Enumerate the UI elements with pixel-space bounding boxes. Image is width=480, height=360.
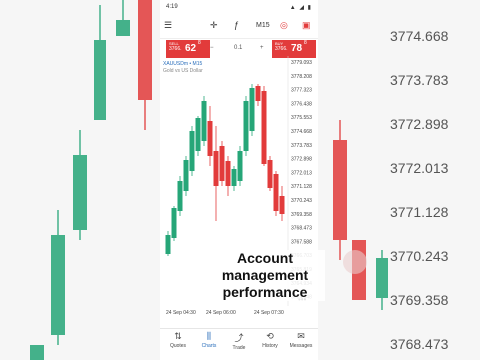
sell-price-sup: 8 [198,40,201,46]
messages-icon: ✉ [297,331,305,341]
nav-label: Charts [201,343,217,349]
chart-symbol: XAUUSDm • M15 [163,61,203,67]
price-tick-label: 3772.898 [291,157,312,163]
candle-body [261,91,267,164]
nav-history[interactable]: ⟲ History [255,331,285,349]
nav-label: Messages [289,343,313,349]
candle-body [213,151,219,186]
background-price-label: 3773.783 [390,72,449,88]
candle-body [237,151,243,181]
overlay-line-2: management [221,267,309,283]
time-tick-label: 24 Sep 07:30 [254,310,284,316]
chart-toolbar: ☰ ✛ ƒ M15 ◎ ▣ [160,16,318,39]
price-tick-label: 3777.323 [291,88,312,94]
candle-body [231,169,237,186]
buy-price-sup: 8 [304,40,307,46]
nav-label: History [262,343,278,349]
quotes-icon: ⇅ [174,331,182,341]
time-tick-label: 24 Sep 06:00 [206,310,236,316]
candle-body [195,118,201,151]
buy-price-prefix: 3766. [275,46,288,52]
candle-body [255,86,261,101]
nav-quotes[interactable]: ⇅ Quotes [163,331,193,349]
timeframe-button[interactable]: M15 [256,22,270,29]
background-price-label: 3772.898 [390,116,449,132]
background-price-label: 3770.243 [390,248,449,264]
sell-price-big: 62 [185,43,197,54]
nav-label: Trade [232,345,246,351]
nav-label: Quotes [169,343,187,349]
flag-icon[interactable]: ▣ [302,20,311,31]
candle-body [177,181,183,211]
lot-minus[interactable]: − [210,45,214,51]
candle-body [243,101,249,151]
toggle-icon[interactable]: ◎ [280,20,288,31]
candle-body [249,88,255,131]
lot-value[interactable]: 0.1 [234,45,242,51]
sell-price-prefix: 3766. [169,46,182,52]
candle-body [183,160,189,191]
price-tick-label: 3778.208 [291,74,312,80]
candle-body [273,174,279,211]
candle-body [207,121,213,156]
background-price-label: 3774.668 [390,28,449,44]
chart-subtitle: Gold vs US Dollar [163,68,203,74]
candle-body [279,196,285,214]
overlay-line-1: Account [237,250,293,266]
candle-body [189,131,195,171]
price-tick-label: 3774.668 [291,129,312,135]
background-price-label: 3769.358 [390,292,449,308]
overlay-caption: Account management performance [205,250,325,301]
price-tick-label: 3769.358 [291,212,312,218]
status-bar: 4:19 ▲ ◢ ▮ [160,0,318,14]
history-icon: ⟲ [266,331,274,341]
background-price-label: 3771.128 [390,204,449,220]
price-tick-label: 3773.783 [291,143,312,149]
price-tick-label: 3768.473 [291,226,312,232]
candle-body [225,161,231,186]
price-tick-label: 3770.243 [291,198,312,204]
price-tick-label: 3775.553 [291,115,312,121]
nav-charts[interactable]: ⫼ Charts [194,331,224,349]
candle-body [267,160,273,188]
time-tick-label: 24 Sep 04:30 [166,310,196,316]
lot-plus[interactable]: + [260,45,264,51]
nav-trade[interactable]: ⤴ Trade [224,331,254,351]
nav-messages[interactable]: ✉ Messages [286,331,316,349]
candle-body [171,208,177,238]
price-tick-label: 3767.588 [291,239,312,245]
candle-body [219,146,225,181]
charts-icon: ⫼ [206,331,212,341]
background-price-label: 3768.473 [390,336,449,352]
bottom-navigation: ⇅ Quotes ⫼ Charts ⤴ Trade ⟲ History ✉ Messages [160,328,318,360]
hamburger-icon[interactable]: ☰ [164,20,172,31]
price-tick-label: 3776.438 [291,101,312,107]
price-tick-label: 3771.128 [291,184,312,190]
price-tick-label: 3772.013 [291,170,312,176]
status-icons: ▲ ◢ ▮ [289,5,312,11]
price-tick-label: 3779.093 [291,60,312,66]
status-time: 4:19 [166,4,178,10]
candle-body [165,235,171,254]
background-price-label: 3772.013 [390,160,449,176]
crosshair-icon[interactable]: ✛ [210,20,218,31]
phone-screen: 4:19 ▲ ◢ ▮ ☰ ✛ ƒ M15 ◎ ▣ SELL 3766. 62 8… [160,0,318,360]
overlay-line-3: performance [222,284,308,300]
candle-body [201,101,207,141]
trade-icon: ⤴ [234,333,244,343]
indicator-icon[interactable]: ƒ [234,20,239,30]
buy-price-big: 78 [291,43,303,54]
